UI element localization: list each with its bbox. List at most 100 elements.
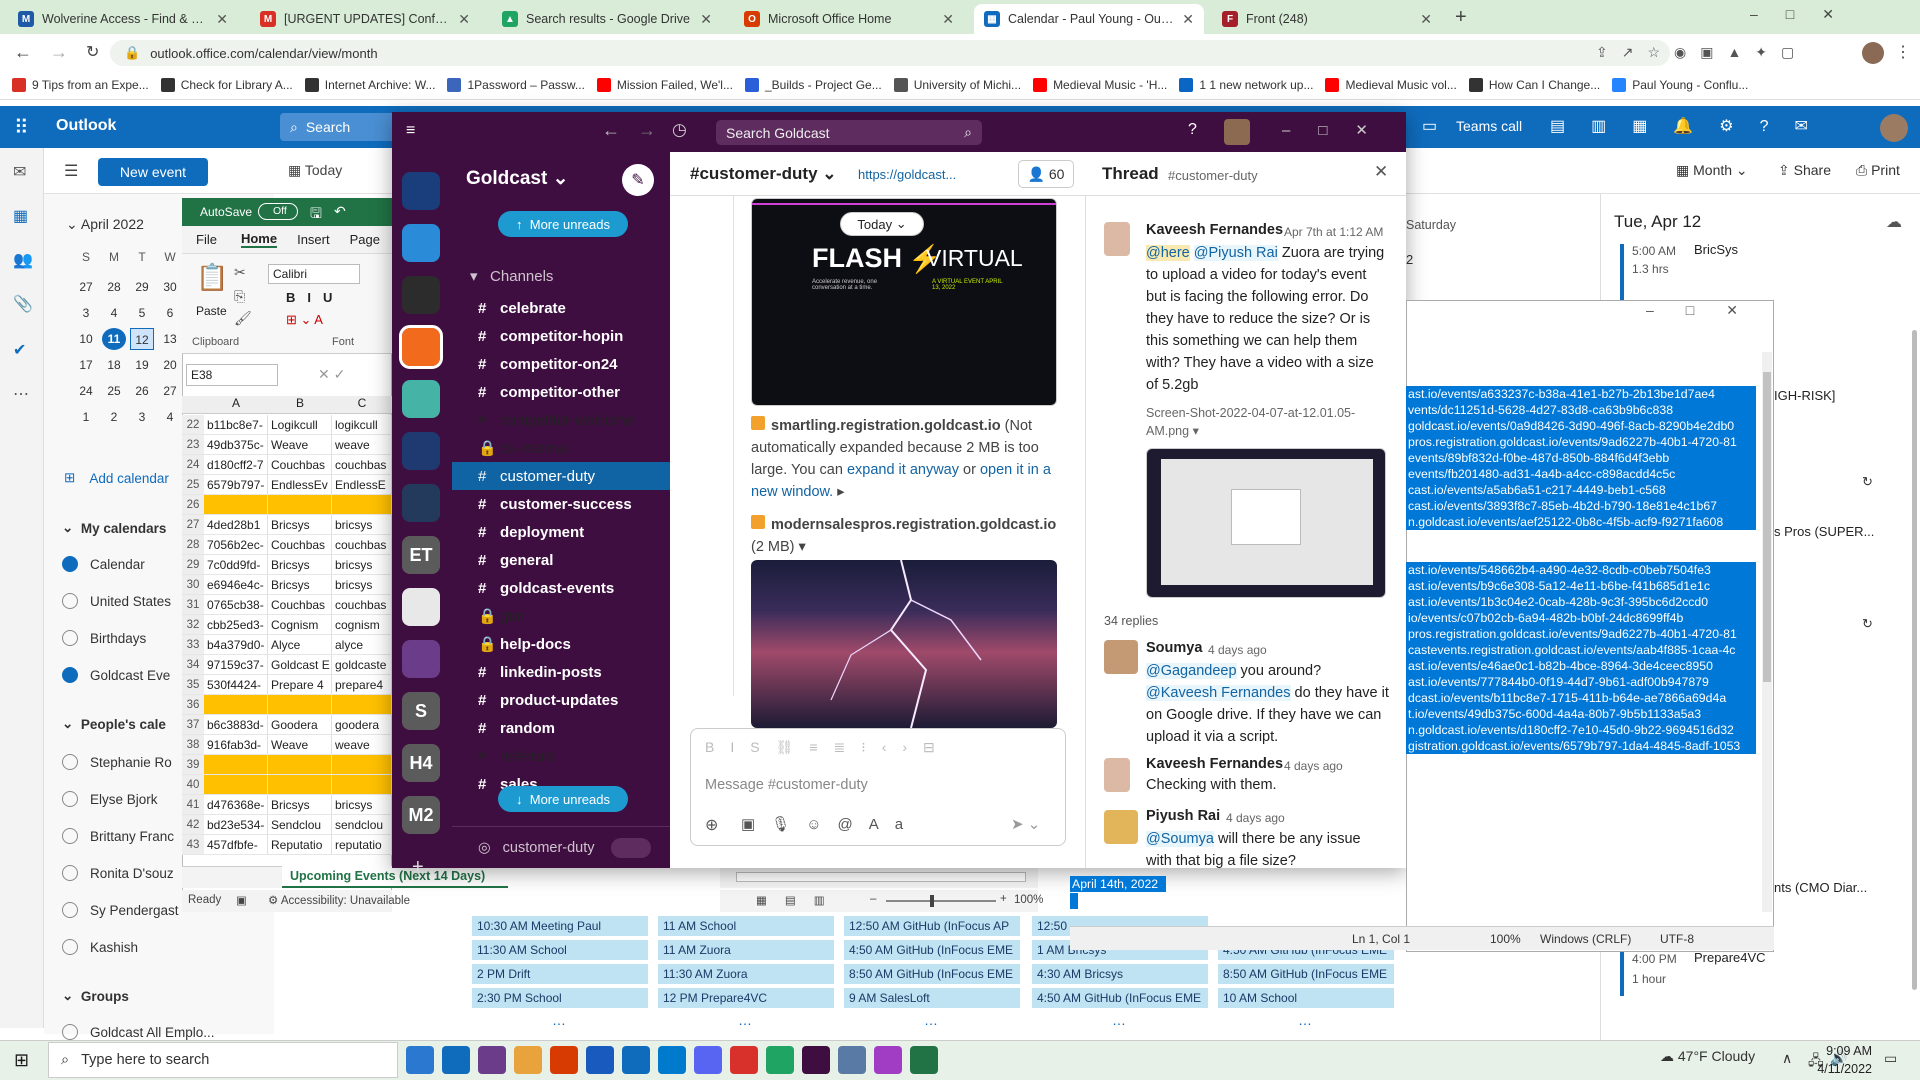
task-view-icon[interactable] xyxy=(406,1046,434,1074)
person-checkbox[interactable] xyxy=(62,754,78,770)
group-item[interactable]: Goldcast All Emplo... xyxy=(62,1024,215,1040)
mail-icon[interactable]: ✉ xyxy=(13,162,26,182)
tray-chevron-icon[interactable]: ∧ xyxy=(1782,1050,1792,1067)
mention-user[interactable]: @Kaveesh Fernandes xyxy=(1146,685,1291,701)
reload-icon[interactable]: ↻ xyxy=(86,42,99,62)
person-checkbox[interactable] xyxy=(62,791,78,807)
bookmark-item[interactable]: How Can I Change... xyxy=(1468,77,1600,92)
more-events-icon[interactable]: … xyxy=(552,1012,566,1028)
sidebar-item-deployment[interactable]: # deployment xyxy=(452,518,670,546)
mini-calendar-day[interactable]: 24 xyxy=(74,380,98,402)
notepad-scrollbar[interactable] xyxy=(1762,352,1772,912)
row-number[interactable]: 28 xyxy=(182,535,204,554)
bookmark-item[interactable]: 9 Tips from an Expe... xyxy=(12,77,149,92)
mail-app-icon[interactable] xyxy=(442,1046,470,1074)
cell-b[interactable]: Couchbas xyxy=(268,595,332,614)
screenshot-attachment[interactable] xyxy=(1146,448,1386,598)
mini-calendar-day[interactable]: 27 xyxy=(74,276,98,298)
notepad-line[interactable]: gistration.goldcast.io/events/6579b797-1… xyxy=(1406,738,1756,754)
cell-b[interactable] xyxy=(268,695,332,714)
huddle-bar[interactable]: ◎ customer-duty xyxy=(452,826,670,868)
bookmark-item[interactable]: Mission Failed, We'l... xyxy=(596,77,733,92)
mini-calendar-day[interactable]: 6 xyxy=(158,302,182,324)
person-checkbox[interactable] xyxy=(62,865,78,881)
formatting-toolbar[interactable]: BIS⛓≡≣⁝‹›⊟ xyxy=(705,739,951,756)
cell-a[interactable]: d180cff2-7 xyxy=(204,455,268,474)
mini-calendar-day[interactable]: 27 xyxy=(158,380,182,402)
cell-a[interactable]: 97159c37- xyxy=(204,655,268,674)
cell-c[interactable]: bricsys xyxy=(332,575,392,594)
cell-c[interactable]: goodera xyxy=(332,715,392,734)
mini-calendar-month[interactable]: ⌄ April 2022 xyxy=(66,216,144,233)
agenda-event-title[interactable]: BricSys xyxy=(1694,242,1738,257)
tab-close-icon[interactable]: ✕ xyxy=(458,11,470,28)
calendar-toggle[interactable]: Goldcast Eve xyxy=(62,667,170,683)
ribbon-tab-home[interactable]: Home xyxy=(240,231,278,248)
message-author[interactable]: Soumya xyxy=(1146,640,1202,656)
attachment-filename[interactable]: Screen-Shot-2022-04-07-at-12.01.05-AM.pn… xyxy=(1146,404,1376,440)
notepad-scroll-thumb[interactable] xyxy=(1763,372,1771,682)
mini-calendar-day[interactable]: 29 xyxy=(130,276,154,298)
avatar[interactable] xyxy=(1104,758,1130,792)
bookmark-item[interactable]: 1Password – Passw... xyxy=(447,77,585,92)
notepad-line[interactable]: cast.io/events/3893f8c7-85eb-4b2d-b790-1… xyxy=(1406,498,1756,514)
message-timestamp[interactable]: 4 days ago xyxy=(1208,643,1267,657)
row-number[interactable]: 32 xyxy=(182,615,204,634)
font-color-icon[interactable]: ⊞ ⌄ A xyxy=(286,312,323,328)
cell-a[interactable] xyxy=(204,695,268,714)
sidebar-item-competitor-welcome[interactable]: # competitor-welcome xyxy=(452,406,670,434)
cell-c[interactable]: logikcull xyxy=(332,415,392,434)
cell-c[interactable]: weave xyxy=(332,735,392,754)
zoom-in-icon[interactable]: + xyxy=(1000,893,1007,905)
person-calendar[interactable]: Stephanie Ro xyxy=(62,754,172,770)
bookmark-item[interactable]: 1 1 new network up... xyxy=(1179,77,1313,92)
cell-b[interactable]: Bricsys xyxy=(268,555,332,574)
my-calendars-header[interactable]: ⌄ My calendars xyxy=(62,520,166,536)
person-calendar[interactable]: Elyse Bjork xyxy=(62,791,158,807)
more-events-icon[interactable]: … xyxy=(1298,1012,1312,1028)
calendar-checkbox[interactable] xyxy=(62,593,78,609)
message-timestamp[interactable]: Apr 7th at 1:12 AM xyxy=(1284,225,1383,239)
row-number[interactable]: 38 xyxy=(182,735,204,754)
person-calendar[interactable]: Ronita D'souz xyxy=(62,865,174,881)
tab-close-icon[interactable]: ✕ xyxy=(1182,11,1194,28)
notepad-line[interactable]: cast.io/events/a5ab6a51-c217-4449-beb1-c… xyxy=(1406,482,1756,498)
cell-a[interactable]: 6579b797- xyxy=(204,475,268,494)
profile-avatar[interactable] xyxy=(1862,42,1884,64)
cell-b[interactable]: Logikcull xyxy=(268,415,332,434)
cell-c[interactable]: reputatio xyxy=(332,835,392,854)
calendar-event[interactable]: 11 AM Zuora xyxy=(658,940,834,960)
person-calendar[interactable]: Brittany Franc xyxy=(62,828,174,844)
calendar-event[interactable]: 4:50 AM GitHub (InFocus EME xyxy=(1032,988,1208,1008)
cell-c[interactable]: bricsys xyxy=(332,555,392,574)
app-icon[interactable] xyxy=(730,1046,758,1074)
row-number[interactable]: 24 xyxy=(182,455,204,474)
file-name[interactable]: smartling.registration.goldcast.io xyxy=(771,418,1001,434)
cut-icon[interactable]: ✂ xyxy=(234,264,246,281)
cell-a[interactable]: 0765cb38- xyxy=(204,595,268,614)
person-calendar[interactable]: Kashish xyxy=(62,939,138,955)
calendar-checkbox[interactable] xyxy=(62,556,78,572)
workspace-icon[interactable] xyxy=(402,588,440,626)
mini-calendar-day[interactable]: 26 xyxy=(130,380,154,402)
row-number[interactable]: 34 xyxy=(182,655,204,674)
cell-b[interactable]: Couchbas xyxy=(268,455,332,474)
file-name[interactable]: modernsalespros.registration.goldcast.io xyxy=(771,517,1056,533)
message-timestamp[interactable]: 4 days ago xyxy=(1284,759,1343,773)
date-divider-pill[interactable]: Today ⌄ xyxy=(840,212,924,236)
close-thread-icon[interactable]: ✕ xyxy=(1374,162,1388,182)
calendar-event[interactable]: 12 PM Prepare4VC xyxy=(658,988,834,1008)
workspace-icon[interactable] xyxy=(402,432,440,470)
calendar-event[interactable]: 11:30 AM Zuora xyxy=(658,964,834,984)
cell-a[interactable]: 457dfbfe- xyxy=(204,835,268,854)
expand-link[interactable]: expand it anyway xyxy=(847,462,959,478)
music-icon[interactable] xyxy=(874,1046,902,1074)
cell-a[interactable]: b6c3883d- xyxy=(204,715,268,734)
row-number[interactable]: 29 xyxy=(182,555,204,574)
more-events-icon[interactable]: … xyxy=(1112,1012,1126,1028)
agenda-scrollbar[interactable] xyxy=(1912,330,1917,990)
workspace-icon[interactable]: M2 xyxy=(402,796,440,834)
zoom-out-icon[interactable]: – xyxy=(870,893,876,905)
groups-header[interactable]: ⌄ Groups xyxy=(62,988,129,1004)
add-workspace-icon[interactable]: + xyxy=(412,856,424,879)
